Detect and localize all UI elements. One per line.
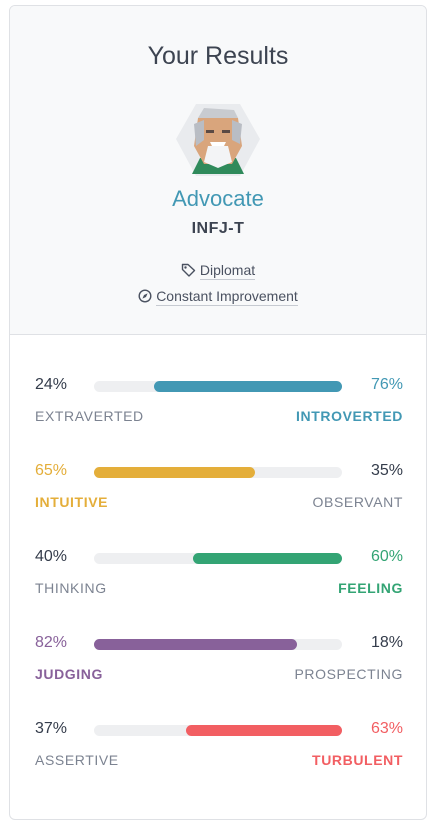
- trait-right-percent: 76%: [370, 376, 403, 393]
- trait-left-percent: 37%: [35, 720, 68, 737]
- trait-left-percent: 40%: [35, 548, 68, 565]
- trait-bar: [94, 467, 342, 478]
- page-title: Your Results: [147, 42, 289, 70]
- trait-left-label: EXTRAVERTED: [35, 408, 144, 424]
- strategy-tag[interactable]: Constant Improvement: [10, 288, 426, 306]
- personality-type-name: Advocate: [172, 186, 264, 211]
- trait-bar: [94, 553, 342, 564]
- trait-left-label: ASSERTIVE: [35, 752, 119, 768]
- trait-nature: 40% 60% THINKING FEELING: [35, 548, 403, 608]
- trait-bar: [94, 381, 342, 392]
- trait-identity: 37% 63% ASSERTIVE TURBULENT: [35, 720, 403, 780]
- personality-code: INFJ-T: [191, 220, 245, 237]
- trait-right-label: TURBULENT: [312, 752, 403, 768]
- tag-icon: [181, 263, 196, 277]
- trait-bar: [94, 639, 342, 650]
- trait-right-percent: 18%: [370, 634, 403, 651]
- trait-tactics: 82% 18% JUDGING PROSPECTING: [35, 634, 403, 694]
- trait-right-label: PROSPECTING: [294, 666, 403, 682]
- role-tag[interactable]: Diplomat: [10, 262, 426, 280]
- trait-left-percent: 82%: [35, 634, 68, 651]
- trait-bar-fill: [94, 467, 255, 478]
- trait-right-label: INTROVERTED: [296, 408, 403, 424]
- trait-bar-fill: [186, 725, 342, 736]
- trait-left-label: INTUITIVE: [35, 494, 109, 510]
- trait-left-label: THINKING: [35, 580, 107, 596]
- compass-icon: [138, 289, 152, 303]
- trait-energy: 65% 35% INTUITIVE OBSERVANT: [35, 462, 403, 522]
- trait-right-percent: 63%: [370, 720, 403, 737]
- trait-right-percent: 35%: [370, 462, 403, 479]
- trait-bar-fill: [94, 639, 297, 650]
- trait-bar-fill: [193, 553, 342, 564]
- advocate-avatar-icon: [176, 104, 260, 176]
- trait-bar-fill: [154, 381, 342, 392]
- trait-left-percent: 65%: [35, 462, 68, 479]
- trait-right-percent: 60%: [370, 548, 403, 565]
- trait-right-label: FEELING: [338, 580, 403, 596]
- trait-mind: 24% 76% EXTRAVERTED INTROVERTED: [35, 376, 403, 436]
- strategy-label: Constant Improvement: [156, 288, 298, 306]
- results-header: Your Results Advocate INFJ-T Diplomat Co…: [10, 6, 426, 335]
- trait-right-label: OBSERVANT: [312, 494, 403, 510]
- trait-left-percent: 24%: [35, 376, 68, 393]
- role-label: Diplomat: [199, 262, 256, 280]
- trait-bar: [94, 725, 342, 736]
- trait-left-label: JUDGING: [35, 666, 103, 682]
- results-card: Your Results Advocate INFJ-T Diplomat Co…: [9, 5, 427, 820]
